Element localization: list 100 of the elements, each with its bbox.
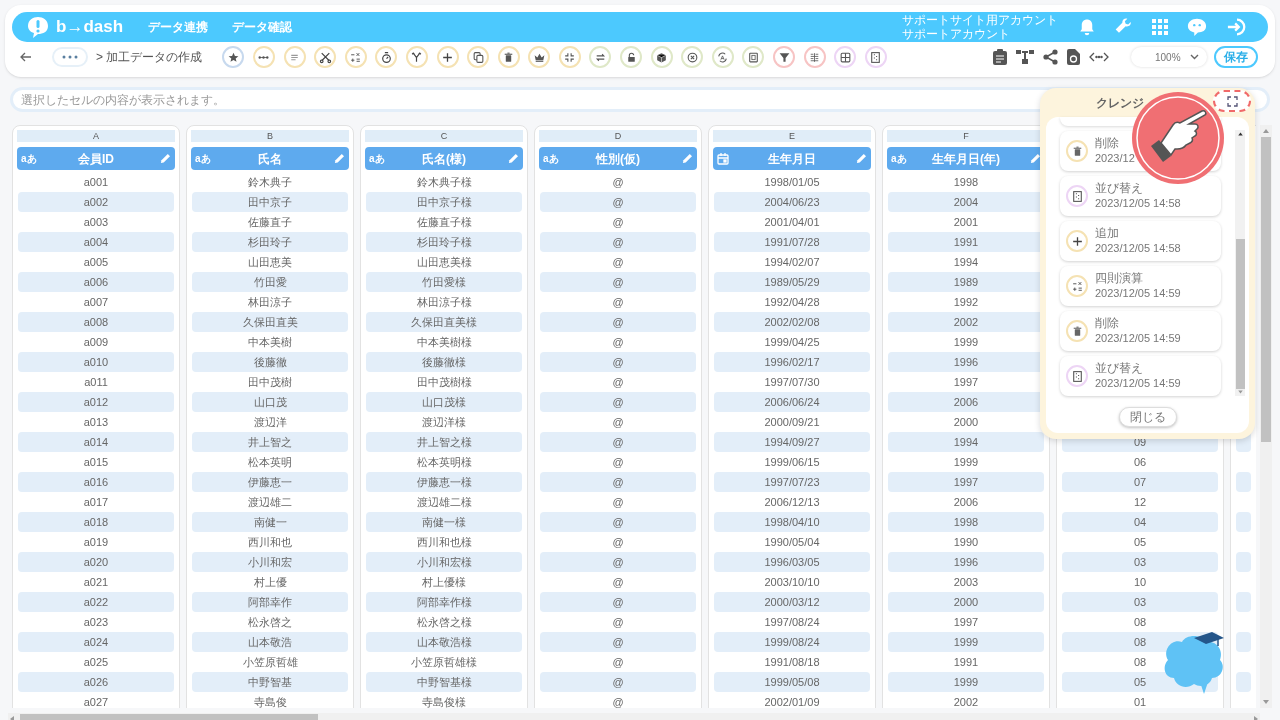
table-cell[interactable]: 田中茂樹様 [366,372,522,392]
column-letter[interactable]: D [539,130,697,142]
table-cell[interactable]: 1998 [888,172,1044,192]
table-cell[interactable]: 06 [1062,452,1218,472]
table-cell[interactable]: 1991 [888,652,1044,672]
column-letter[interactable]: E [713,130,871,142]
pencil-icon[interactable] [1030,153,1041,164]
table-cell[interactable]: 中本美樹様 [366,332,522,352]
pencil-icon[interactable] [682,153,693,164]
table-cell[interactable]: 1996/02/17 [714,352,870,372]
table-cell[interactable]: 03 [1062,552,1218,572]
table-cell[interactable]: 杉田玲子 [192,232,348,252]
lock-tool-button[interactable] [620,46,643,68]
table-cell[interactable]: 小笠原哲雄 [192,652,348,672]
share-icon[interactable] [1043,49,1058,65]
table-cell[interactable]: 佐藤直子 [192,212,348,232]
table-cell[interactable]: 1994 [888,252,1044,272]
table-cell[interactable]: 1996/03/05 [714,552,870,572]
table-cell[interactable]: @ [540,332,696,352]
table-cell[interactable]: 鈴木典子 [192,172,348,192]
table-cell[interactable]: 山田恵美様 [366,252,522,272]
code-icon[interactable] [1089,51,1109,63]
table-cell[interactable]: 西川和也様 [366,532,522,552]
table-cell[interactable]: a004 [18,232,174,252]
table-cell[interactable]: 1999 [888,332,1044,352]
split-tool-button[interactable] [803,46,826,68]
app-grid-icon[interactable] [1152,19,1168,35]
table-cell[interactable]: 山本敬浩 [192,632,348,652]
square-tool-button[interactable] [742,46,765,68]
table-cell[interactable]: a023 [18,612,174,632]
table-cell[interactable]: 山田恵美 [192,252,348,272]
table-cell[interactable]: 1997/08/24 [714,612,870,632]
column-letter[interactable]: C [365,130,523,142]
table-cell[interactable]: 中本美樹 [192,332,348,352]
table-cell[interactable]: 1997 [888,372,1044,392]
table-cell[interactable]: 05 [1062,532,1218,552]
table-cell[interactable]: 2002/01/09 [714,692,870,708]
table-cell[interactable]: 林田涼子 [192,292,348,312]
table-cell[interactable]: 林田涼子様 [366,292,522,312]
table-cell[interactable]: 1999/04/25 [714,332,870,352]
table-cell[interactable]: 佐藤直子様 [366,212,522,232]
table-cell[interactable]: 1989/05/29 [714,272,870,292]
table-cell[interactable]: a002 [18,192,174,212]
table-cell[interactable]: 08 [1062,612,1218,632]
table-cell[interactable] [1236,512,1251,532]
table-cell[interactable]: a010 [18,352,174,372]
lines-tool-button[interactable] [283,46,306,68]
table-cell[interactable]: 田中茂樹 [192,372,348,392]
table-cell[interactable]: a015 [18,452,174,472]
table-cell[interactable]: 村上優 [192,572,348,592]
table-cell[interactable] [1236,592,1251,612]
column-letter[interactable]: A [17,130,175,142]
table-cell[interactable]: 2002 [888,692,1044,708]
table-cell[interactable]: @ [540,652,696,672]
table-cell[interactable]: 03 [1062,592,1218,612]
table-cell[interactable]: a003 [18,212,174,232]
table-cell[interactable]: @ [540,212,696,232]
table-cell[interactable]: 中野智基様 [366,672,522,692]
table-cell[interactable]: 2000/09/21 [714,412,870,432]
table-cell[interactable]: a012 [18,392,174,412]
table-cell[interactable]: 1991/08/18 [714,652,870,672]
cancel-tool-button[interactable] [681,46,704,68]
table-cell[interactable]: 1998/04/10 [714,512,870,532]
table-cell[interactable]: 南健一 [192,512,348,532]
table-cell[interactable]: 01 [1062,692,1218,708]
table-cell[interactable]: 1999/05/08 [714,672,870,692]
table-cell[interactable]: a021 [18,572,174,592]
table-cell[interactable]: 山口茂 [192,392,348,412]
column-letter[interactable]: B [191,130,349,142]
table-cell[interactable]: @ [540,672,696,692]
table-cell[interactable]: 2000 [888,592,1044,612]
table-cell[interactable]: 1994/09/27 [714,432,870,452]
table-cell[interactable]: 1997/07/23 [714,472,870,492]
expand-button[interactable] [1213,90,1251,112]
box-tool-button[interactable] [650,46,673,68]
table-cell[interactable] [1236,552,1251,572]
table-cell[interactable]: 山口茂様 [366,392,522,412]
table-cell[interactable]: 1998/01/05 [714,172,870,192]
table-cell[interactable]: 竹田愛 [192,272,348,292]
scroll-thumb[interactable] [1261,137,1271,442]
table-cell[interactable]: 竹田愛様 [366,272,522,292]
table-cell[interactable]: 田中京子 [192,192,348,212]
table-cell[interactable]: 1997 [888,612,1044,632]
table-cell[interactable]: @ [540,512,696,532]
vertical-scrollbar[interactable] [1260,125,1272,708]
table-cell[interactable]: 渡辺雄二 [192,492,348,512]
table-cell[interactable] [1236,632,1251,652]
table-cell[interactable]: a009 [18,332,174,352]
table-cell[interactable]: 中野智基 [192,672,348,692]
table-cell[interactable]: 村上優様 [366,572,522,592]
pencil-icon[interactable] [334,153,345,164]
table-cell[interactable]: @ [540,552,696,572]
table-cell[interactable]: 寺島俊様 [366,692,522,708]
table-cell[interactable]: a026 [18,672,174,692]
table-cell[interactable]: @ [540,312,696,332]
table-cell[interactable]: @ [540,292,696,312]
table-cell[interactable]: 2000 [888,412,1044,432]
table-cell[interactable]: a006 [18,272,174,292]
table-cell[interactable]: 久保田直美様 [366,312,522,332]
table-cell[interactable]: 1991/07/28 [714,232,870,252]
